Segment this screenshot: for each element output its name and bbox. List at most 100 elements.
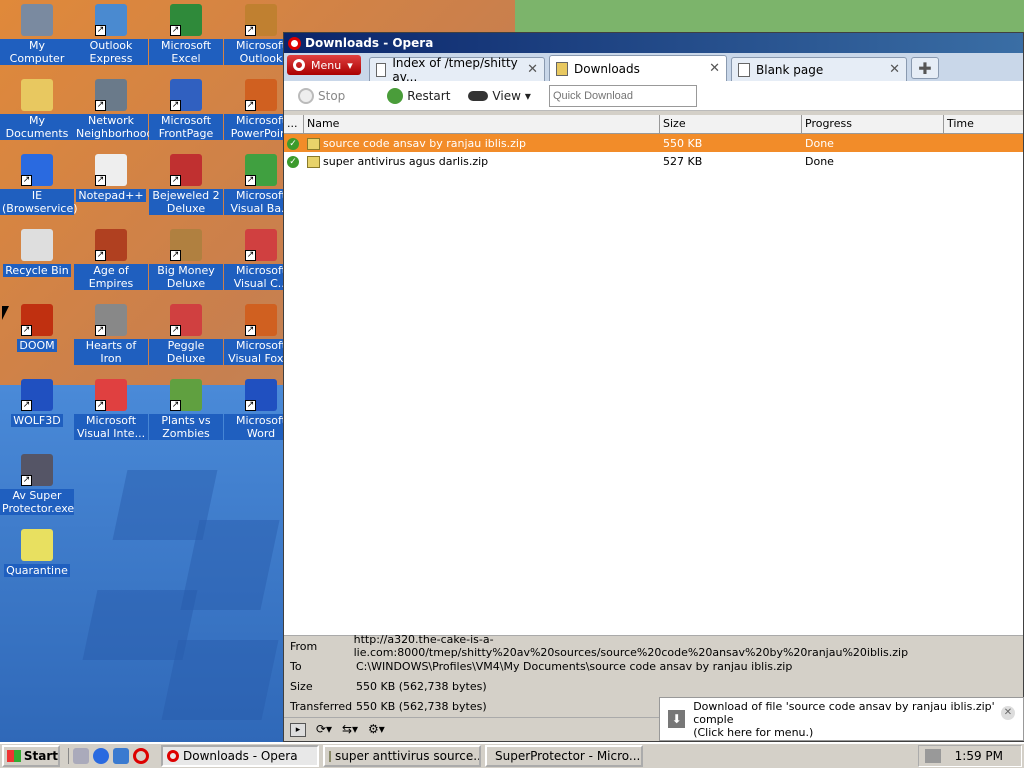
close-tab-icon[interactable]: ✕ [709,61,720,76]
system-tray: 1:59 PM [918,745,1022,767]
download-row[interactable]: ✓ super antivirus agus darlis.zip 527 KB… [284,152,1023,170]
checkmark-icon: ✓ [287,138,299,150]
desktop-icon[interactable]: ↗ Network Neighborhood [74,79,153,140]
opera-icon[interactable] [133,748,149,764]
desktop-icon[interactable]: My Computer [0,4,74,65]
stop-icon [298,87,314,104]
column-header-time[interactable]: Time [944,115,1023,133]
from-label: From [290,639,318,653]
desktop-icon[interactable]: ↗ IE (Browservice) [0,154,78,215]
taskbar: Start Downloads - Opera super anttivirus… [0,742,1024,768]
age-of-empires-icon: ↗ [95,229,127,261]
computer-icon [21,4,53,36]
desktop-icon[interactable]: ↗ DOOM [0,304,74,352]
download-notification[interactable]: ⬇ Download of file 'source code ansav by… [659,697,1024,741]
quick-launch [68,748,149,764]
desktop-icon[interactable]: ↗ WOLF3D [0,379,74,427]
opera-logo-icon [293,59,305,71]
window-title: Downloads - Opera [305,36,434,50]
desktop-icon[interactable]: Recycle Bin [0,229,74,277]
settings-icon[interactable]: ⚙▾ [368,723,385,737]
desktop-icon[interactable]: ↗ Microsoft Visual Inte... [74,379,148,440]
desktop-icon-label: Microsoft Visual Inte... [74,414,148,440]
clock[interactable]: 1:59 PM [955,749,1003,763]
visual-basic-icon: ↗ [245,154,277,186]
column-header-progress[interactable]: Progress [802,115,944,133]
desktop-icon-label: WOLF3D [11,414,63,427]
column-header-name[interactable]: Name [304,115,660,133]
desktop-icon-label: Microsoft Excel [149,39,223,65]
desktop-icon[interactable]: ↗ Hearts of Iron [74,304,148,365]
panel-toggle-icon[interactable]: ▸ [290,722,306,737]
desktop-icon-label: Outlook Express [74,39,148,65]
menu-label: Menu [311,58,342,72]
desktop-icon[interactable]: My Documents [0,79,74,140]
big-money-icon: ↗ [170,229,202,261]
new-tab-button[interactable]: ✚ [911,57,939,79]
quick-download-input[interactable] [548,84,697,107]
restart-button[interactable]: Restart [381,87,456,104]
tray-icon[interactable] [924,749,941,763]
desktop-icon[interactable]: ↗ Bejeweled 2 Deluxe [149,154,223,215]
tab-bar: Menu ▾ Index of /tmep/shitty av... ✕ Dow… [284,53,1023,84]
desktop-icon[interactable]: ↗ Av Super Protector.exe [0,454,74,515]
stop-button[interactable]: Stop [292,87,351,104]
desktop-icon[interactable]: ↗ Plants vs Zombies [149,379,223,440]
taskbar-item-opera[interactable]: Downloads - Opera [161,745,319,767]
taskbar-item-folder[interactable]: super anttivirus source.... [323,745,481,767]
file-name: source code ansav by ranjau iblis.zip [323,136,526,150]
from-url[interactable]: http://a320.the-cake-is-a-lie.com:8000/t… [354,633,1023,659]
desktop-icon-label: Hearts of Iron [74,339,148,365]
outlook-icon: ↗ [245,4,277,36]
desktop-icon[interactable]: ↗ Big Money Deluxe [149,229,223,290]
desktop-icon[interactable]: ↗ Age of Empires [74,229,148,290]
page-icon [376,62,387,77]
checkmark-icon: ✓ [287,156,299,168]
shortcut-arrow-icon: ↗ [245,175,256,186]
desktop-icon[interactable]: Quarantine [0,529,74,577]
share-icon[interactable]: ⇆▾ [342,723,358,737]
desktop-icon[interactable]: ↗ Microsoft Excel [149,4,223,65]
shortcut-arrow-icon: ↗ [170,100,181,111]
close-tab-icon[interactable]: ✕ [889,62,900,77]
folder-icon [329,750,331,762]
close-icon[interactable]: ✕ [1001,706,1015,720]
tab-index[interactable]: Index of /tmep/shitty av... ✕ [369,55,545,84]
file-name: super antivirus agus darlis.zip [323,154,489,168]
plants-vs-zombies-icon: ↗ [170,379,202,411]
excel-icon: ↗ [170,4,202,36]
download-row[interactable]: ✓ source code ansav by ranjau iblis.zip … [284,134,1023,152]
close-tab-icon[interactable]: ✕ [527,62,538,77]
tab-label: Index of /tmep/shitty av... [392,55,518,84]
shortcut-arrow-icon: ↗ [170,25,181,36]
desktop-icon[interactable]: ↗ Notepad++ [74,154,148,202]
shortcut-arrow-icon: ↗ [170,250,181,261]
desktop-icon-label: Plants vs Zombies [149,414,223,440]
download-icon [556,61,568,76]
restart-icon [387,87,404,104]
window-titlebar[interactable]: Downloads - Opera [284,33,1023,53]
view-button[interactable]: View ▾ [462,89,537,103]
download-icon: ⬇ [668,710,686,728]
desktop-icon[interactable]: ↗ Microsoft FrontPage [149,79,223,140]
opera-menu-button[interactable]: Menu ▾ [287,55,361,75]
opera-logo-icon [288,36,301,50]
sync-icon[interactable]: ⟳▾ [316,723,332,737]
shortcut-arrow-icon: ↗ [245,400,256,411]
taskbar-item-superprotector[interactable]: SuperProtector - Micro... [485,745,643,767]
column-header-size[interactable]: Size [660,115,802,133]
shortcut-arrow-icon: ↗ [21,175,32,186]
start-button[interactable]: Start [2,745,60,767]
peggle-icon: ↗ [170,304,202,336]
ie-icon[interactable] [93,748,109,764]
desktop-icon[interactable]: ↗ Peggle Deluxe [149,304,223,365]
shortcut-arrow-icon: ↗ [95,400,106,411]
tab-blank-page[interactable]: Blank page ✕ [731,57,907,81]
desktop-icon[interactable]: ↗ Outlook Express [74,4,148,65]
column-header-status[interactable]: ... [284,115,304,133]
tab-downloads[interactable]: Downloads ✕ [549,55,727,81]
desktop-icon-label: My Computer [0,39,74,65]
outlook-express-icon[interactable] [113,748,129,764]
to-path[interactable]: C:\WINDOWS\Profiles\VM4\My Documents\sou… [356,660,792,673]
show-desktop-icon[interactable] [73,748,89,764]
